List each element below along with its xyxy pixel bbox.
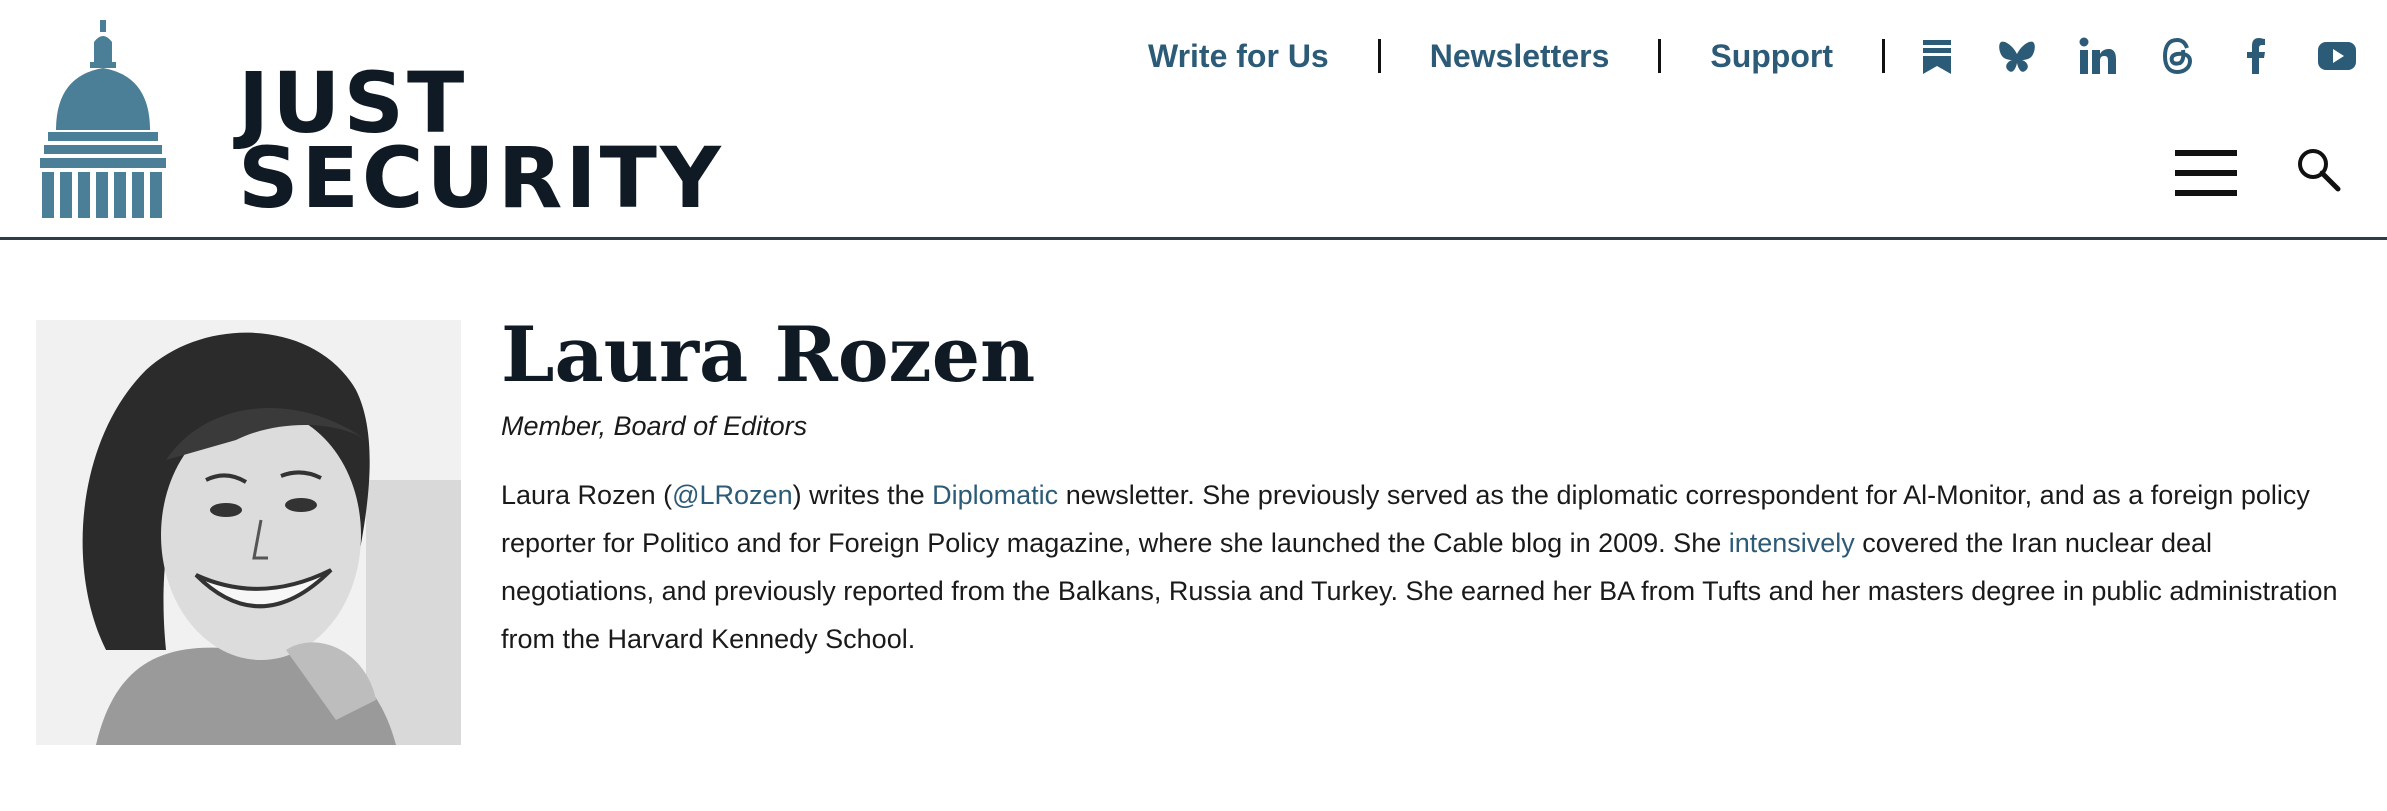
logo-line-security: SECURITY bbox=[238, 129, 724, 227]
bio-text: ) writes the bbox=[792, 480, 933, 510]
nav-write-for-us[interactable]: Write for Us bbox=[1148, 38, 1329, 75]
diplomatic-newsletter-link[interactable]: Diplomatic bbox=[932, 480, 1058, 510]
site-logo[interactable]: JUST SECURITY bbox=[36, 20, 724, 227]
linkedin-icon[interactable] bbox=[2077, 36, 2117, 76]
facebook-icon[interactable] bbox=[2237, 36, 2277, 76]
substack-icon[interactable] bbox=[1917, 36, 1957, 76]
top-navigation: Write for Us Newsletters Support bbox=[1148, 30, 2357, 82]
nav-support[interactable]: Support bbox=[1710, 38, 1833, 75]
youtube-icon[interactable] bbox=[2317, 36, 2357, 76]
hamburger-menu-icon[interactable] bbox=[2175, 148, 2237, 198]
nav-divider bbox=[1658, 39, 1662, 73]
logo-wordmark: JUST SECURITY bbox=[238, 61, 724, 227]
intensively-link[interactable]: intensively bbox=[1729, 528, 1855, 558]
social-links bbox=[1885, 36, 2357, 76]
author-role: Member, Board of Editors bbox=[501, 411, 808, 441]
bluesky-icon[interactable] bbox=[1997, 36, 2037, 76]
search-icon[interactable] bbox=[2295, 146, 2341, 192]
author-portrait bbox=[36, 320, 461, 745]
author-bio-section: Laura Rozen Member, Board of Editors Lau… bbox=[501, 305, 2341, 663]
site-header: JUST SECURITY Write for Us Newsletters S… bbox=[0, 0, 2387, 240]
bio-text: Laura Rozen ( bbox=[501, 480, 673, 510]
author-name: Laura Rozen bbox=[501, 310, 1036, 399]
twitter-handle-link[interactable]: @LRozen bbox=[672, 480, 792, 510]
nav-newsletters[interactable]: Newsletters bbox=[1430, 38, 1610, 75]
capitol-dome-icon bbox=[40, 20, 166, 218]
author-bio: Laura Rozen (@LRozen) writes the Diploma… bbox=[501, 471, 2341, 663]
nav-divider bbox=[1377, 39, 1381, 73]
threads-icon[interactable] bbox=[2157, 36, 2197, 76]
